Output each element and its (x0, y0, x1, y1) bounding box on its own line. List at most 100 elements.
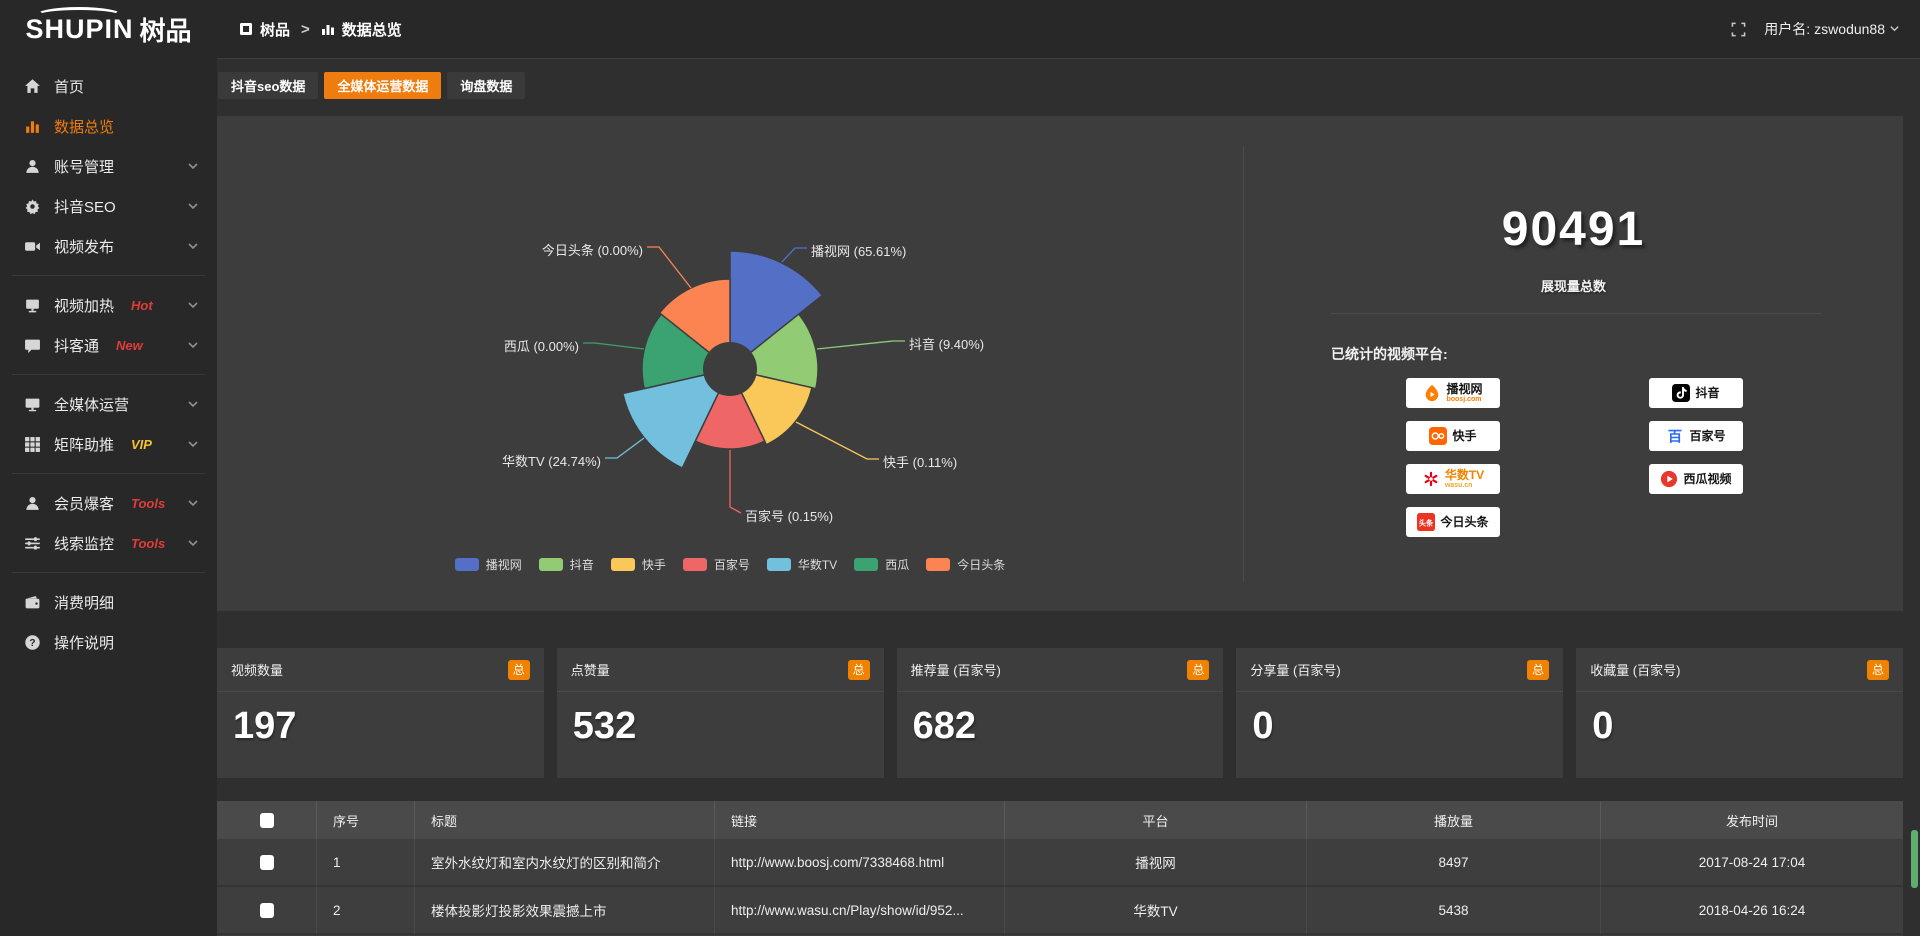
sidebar-item[interactable]: 全媒体运营 (0, 384, 217, 424)
platform-sub: boosj.com (1446, 396, 1482, 403)
sidebar-item[interactable]: 账号管理 (0, 146, 217, 186)
sidebar-item-label: 视频发布 (54, 236, 114, 257)
sidebar-item-label: 抖音SEO (54, 196, 116, 217)
impressions-total-value: 90491 (1244, 202, 1903, 257)
logo-text-cn: 树品 (140, 11, 192, 48)
sidebar-item[interactable]: 视频发布 (0, 226, 217, 266)
sidebar-item-label: 操作说明 (54, 632, 114, 653)
sidebar-item[interactable]: 视频加热Hot (0, 285, 217, 325)
platform-name: 百家号 (1689, 430, 1725, 443)
tab[interactable]: 全媒体运营数据 (324, 72, 441, 99)
publish-time-cell: 2018-04-26 16:24 (1601, 887, 1903, 935)
video-camera-icon (24, 238, 41, 255)
sidebar-item[interactable]: 线索监控Tools (0, 523, 217, 563)
legend-label: 抖音 (570, 556, 594, 573)
platform-name: 抖音 (1695, 387, 1719, 400)
stat-card-label: 点赞量 (571, 660, 610, 679)
logo-arc (36, 7, 122, 23)
legend-swatch (683, 558, 707, 571)
chevron-down-icon (187, 240, 199, 252)
fullscreen-icon[interactable] (1731, 22, 1746, 37)
platform-name: 今日头条 (1440, 516, 1488, 529)
main-content: 抖音seo数据全媒体运营数据询盘数据 播视网 (65.61%)抖音 (9.40%… (217, 58, 1920, 936)
platform-badge: 华数TVwasu.cn (1406, 464, 1500, 494)
sidebar-item[interactable]: 会员爆客Tools (0, 483, 217, 523)
topbar: SHUPIN 树品 树品 > 数据总览 用户名: zswodun88 (0, 0, 1920, 58)
wasu-logo (1422, 470, 1440, 488)
legend-item[interactable]: 华数TV (767, 556, 837, 573)
plays-cell: 8497 (1307, 839, 1601, 887)
row-checkbox-cell (217, 839, 317, 887)
legend-item[interactable]: 快手 (611, 556, 666, 573)
legend-label: 华数TV (798, 556, 837, 573)
video-title-link[interactable]: 室外水纹灯和室内水纹灯的区别和简介 (415, 839, 715, 887)
legend-swatch (539, 558, 563, 571)
baijiahao-logo: 百 (1666, 427, 1684, 445)
row-checkbox[interactable] (260, 813, 274, 828)
legend-item[interactable]: 今日头条 (926, 556, 1005, 573)
breadcrumb-root[interactable]: 树品 (260, 19, 290, 40)
sidebar-item-badge: VIP (131, 437, 152, 452)
topbar-right: 用户名: zswodun88 (1731, 19, 1900, 39)
legend-item[interactable]: 播视网 (455, 556, 522, 573)
publish-time-cell: 2017-08-24 17:04 (1601, 839, 1903, 887)
chat-icon (24, 337, 41, 354)
chevron-down-icon (1889, 21, 1900, 37)
sidebar-item[interactable]: 矩阵助推 VIP (0, 424, 217, 464)
table-header-cell: 播放量 (1307, 801, 1601, 839)
wallet-icon (24, 594, 41, 611)
stat-card-label: 视频数量 (231, 660, 283, 679)
row-checkbox-cell (217, 887, 317, 935)
sidebar-item[interactable]: ?操作说明 (0, 622, 217, 662)
chevron-down-icon (187, 398, 199, 410)
tab[interactable]: 抖音seo数据 (218, 72, 318, 99)
sidebar-item[interactable]: 抖音SEO (0, 186, 217, 226)
stat-card: 推荐量 (百家号)总682 (897, 648, 1224, 778)
stat-card-label: 收藏量 (百家号) (1590, 660, 1680, 679)
platform-badge: 抖音 (1649, 378, 1743, 408)
video-url-link[interactable]: http://www.boosj.com/7338468.html (715, 839, 1005, 887)
chevron-down-icon (187, 339, 199, 351)
sidebar-item[interactable]: 消费明细 (0, 582, 217, 622)
legend-item[interactable]: 抖音 (539, 556, 594, 573)
pie-label-leader (583, 343, 644, 349)
sidebar-item-label: 视频加热 (54, 295, 114, 316)
plays-cell: 5438 (1307, 887, 1601, 935)
sidebar-item-label: 会员爆客 (54, 493, 114, 514)
table-row: 1室外水纹灯和室内水纹灯的区别和简介http://www.boosj.com/7… (217, 839, 1903, 887)
select-all-cell (217, 801, 317, 839)
platform-name: 华数TV (1445, 469, 1484, 482)
tab[interactable]: 询盘数据 (447, 72, 525, 99)
sidebar-item-label: 矩阵助推 (54, 434, 114, 455)
member-icon (24, 495, 41, 512)
legend-label: 快手 (642, 556, 666, 573)
platform-share-pie-chart[interactable]: 播视网 (65.61%)抖音 (9.40%)快手 (0.11%)百家号 (0.1… (217, 116, 1243, 611)
pie-slice-label: 西瓜 (0.00%) (504, 339, 579, 354)
stat-card: 点赞量总532 (557, 648, 884, 778)
legend-item[interactable]: 百家号 (683, 556, 750, 573)
row-checkbox[interactable] (260, 903, 274, 918)
legend-item[interactable]: 西瓜 (854, 556, 909, 573)
stat-card-label: 推荐量 (百家号) (911, 660, 1001, 679)
xigua-logo (1660, 470, 1678, 488)
pie-label-leader (796, 422, 879, 459)
pie-label-leader (817, 341, 905, 349)
pie-slice-label: 快手 (0.11%) (883, 455, 957, 470)
video-url-link[interactable]: http://www.wasu.cn/Play/show/id/952... (715, 887, 1005, 935)
sliders-icon (24, 535, 41, 552)
username-menu[interactable]: 用户名: zswodun88 (1764, 19, 1900, 39)
table-header-cell: 发布时间 (1601, 801, 1903, 839)
sidebar-item[interactable]: 抖客通New (0, 325, 217, 365)
toutiao-logo: 头条 (1417, 513, 1435, 531)
pie-slice-label: 今日头条 (0.00%) (542, 243, 643, 258)
sidebar-item[interactable]: 首页 (0, 66, 217, 106)
scrollbar-thumb[interactable] (1911, 830, 1918, 888)
row-checkbox[interactable] (260, 855, 274, 870)
sidebar-item[interactable]: 数据总览 (0, 106, 217, 146)
sidebar-divider (12, 473, 205, 474)
bar-chart-icon (321, 22, 335, 36)
pie-slice-label: 百家号 (0.15%) (745, 509, 833, 524)
row-index-cell: 1 (317, 839, 415, 887)
impressions-total-label: 展现量总数 (1244, 276, 1903, 295)
video-title-link[interactable]: 楼体投影灯投影效果震撼上市 (415, 887, 715, 935)
